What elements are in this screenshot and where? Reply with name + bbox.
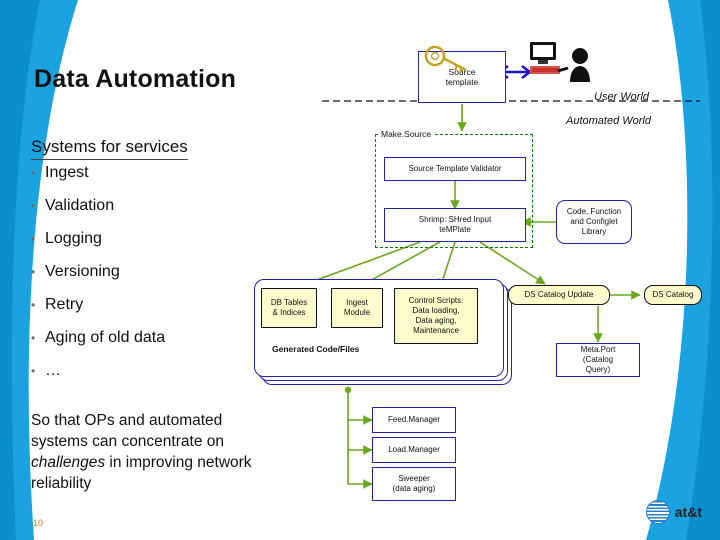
ingest-module-label-line1: Ingest bbox=[346, 298, 368, 307]
shrimp-box: Shrimp: SHred Input teMPlate bbox=[384, 208, 526, 242]
user-at-computer-icon bbox=[528, 38, 598, 93]
ingest-module-box: Ingest Module bbox=[331, 288, 383, 328]
user-world-label: User World bbox=[594, 91, 650, 103]
metaport-box: Meta.Port (Catalog Query) bbox=[556, 343, 640, 377]
library-label-line3: Library bbox=[581, 227, 607, 236]
feed-manager-label: Feed.Manager bbox=[387, 415, 441, 424]
closing-statement: So that OPs and automated systems can co… bbox=[31, 410, 341, 494]
bullet-marker-icon: • bbox=[31, 166, 36, 180]
closing-line-2: systems can concentrate on bbox=[31, 433, 224, 450]
shrimp-label-line2: teMPlate bbox=[439, 225, 471, 234]
att-globe-icon bbox=[645, 500, 670, 524]
list-item: • Ingest bbox=[31, 163, 331, 183]
control-scripts-label-line3: Data aging, bbox=[415, 316, 457, 325]
shrimp-label-line1: Shrimp: SHred Input bbox=[418, 215, 492, 224]
ds-catalog-label: DS Catalog bbox=[652, 290, 694, 299]
ds-catalog-update-box: DS Catalog Update bbox=[508, 285, 610, 305]
source-template-validator-box: Source Template Validator bbox=[384, 157, 526, 181]
closing-line-4: reliability bbox=[31, 475, 92, 492]
db-tables-label-line2: & Indices bbox=[272, 308, 306, 317]
bullet-marker-icon: • bbox=[31, 265, 36, 279]
bullet-marker-icon: • bbox=[31, 232, 36, 246]
closing-italic-word: challenges bbox=[31, 454, 106, 471]
bullet-marker-icon: • bbox=[31, 298, 36, 312]
library-label-line2: and Configlet bbox=[570, 217, 618, 226]
load-manager-box: Load.Manager bbox=[372, 437, 456, 463]
bullet-marker-icon: • bbox=[31, 199, 36, 213]
list-item-label: … bbox=[45, 362, 61, 379]
closing-line-1: So that OPs and automated bbox=[31, 412, 223, 429]
list-item-label: Retry bbox=[45, 296, 84, 313]
bullet-marker-icon: • bbox=[31, 331, 36, 345]
key-icon bbox=[424, 44, 470, 83]
page-title: Data Automation bbox=[34, 65, 237, 93]
db-tables-label-line1: DB Tables bbox=[270, 298, 308, 307]
ingest-module-label-line2: Module bbox=[343, 308, 371, 317]
feed-manager-box: Feed.Manager bbox=[372, 407, 456, 433]
metaport-label-line2: (Catalog bbox=[582, 355, 614, 364]
list-item: • Validation bbox=[31, 196, 331, 216]
make-source-label: Make.Source bbox=[379, 129, 434, 139]
ds-catalog-update-label: DS Catalog Update bbox=[524, 290, 594, 299]
control-scripts-label-line2: Data loading, bbox=[412, 306, 460, 315]
page-number: 10 bbox=[33, 518, 44, 528]
control-scripts-label-line4: Maintenance bbox=[413, 326, 459, 335]
metaport-label-line1: Meta.Port bbox=[580, 345, 616, 354]
control-scripts-label-line1: Control Scripts: bbox=[408, 296, 464, 305]
list-item-label: Validation bbox=[45, 197, 115, 214]
section-subtitle: Systems for services bbox=[31, 137, 188, 160]
control-scripts-box: Control Scripts: Data loading, Data agin… bbox=[394, 288, 478, 344]
generated-code-files-label: Generated Code/Files bbox=[272, 344, 360, 354]
list-item: • Logging bbox=[31, 229, 331, 249]
source-template-validator-label: Source Template Validator bbox=[408, 164, 502, 173]
code-function-library-box: Code, Function and Configlet Library bbox=[556, 200, 632, 244]
db-tables-box: DB Tables & Indices bbox=[261, 288, 317, 328]
metaport-label-line3: Query) bbox=[585, 365, 611, 374]
list-item-label: Versioning bbox=[45, 263, 120, 280]
list-item-label: Ingest bbox=[45, 164, 89, 181]
ds-catalog-box: DS Catalog bbox=[644, 285, 702, 305]
automated-world-label: Automated World bbox=[566, 115, 651, 127]
load-manager-label: Load.Manager bbox=[388, 445, 440, 454]
closing-line-3: in improving network bbox=[105, 454, 252, 471]
att-wordmark: at&t bbox=[674, 504, 702, 520]
sweeper-label-line1: Sweeper bbox=[398, 474, 430, 483]
list-item-label: Aging of old data bbox=[45, 329, 166, 346]
sweeper-box: Sweeper (data aging) bbox=[372, 467, 456, 501]
sweeper-label-line2: (data aging) bbox=[392, 484, 436, 493]
library-label-line1: Code, Function bbox=[566, 207, 622, 216]
bullet-marker-icon: • bbox=[31, 364, 36, 378]
list-item-label: Logging bbox=[45, 230, 102, 247]
att-logo: at&t bbox=[645, 500, 702, 524]
